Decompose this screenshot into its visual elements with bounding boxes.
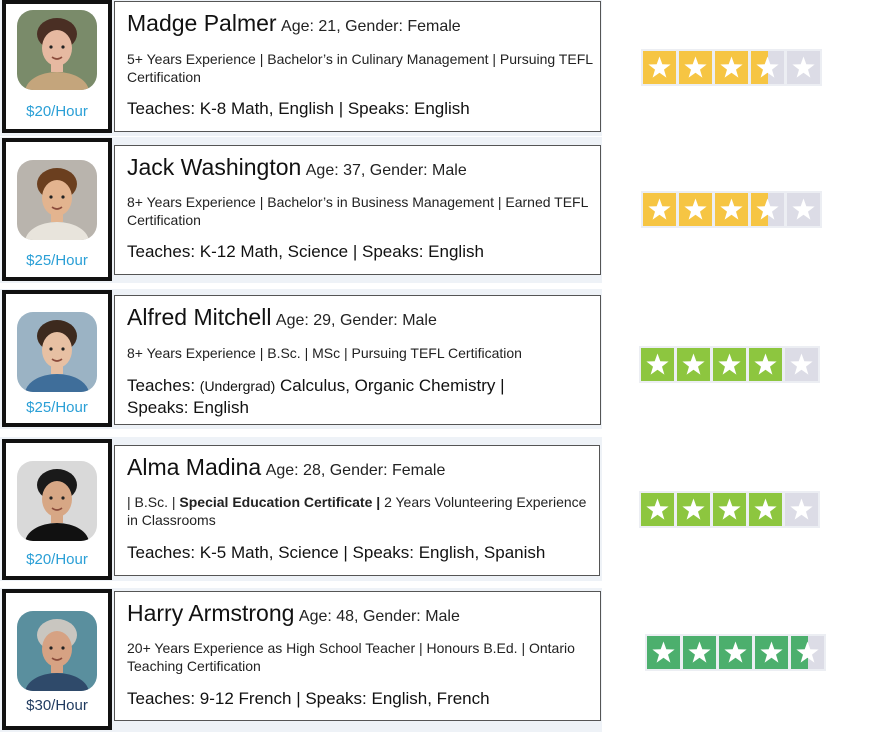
tutor-teaches: Teaches: K-12 Math, Science | Speaks: En… [127, 241, 597, 262]
tutor-experience: 20+ Years Experience as High School Teac… [127, 640, 575, 674]
star-icon [677, 348, 710, 381]
tutor-name[interactable]: Harry Armstrong [127, 600, 294, 626]
teaches-subjects: 9-12 French [199, 689, 292, 708]
teaches-label: Teaches: [127, 99, 196, 118]
star-icon [679, 51, 712, 84]
speaks-languages: Speaks: English [127, 398, 249, 417]
tutor-info-card[interactable]: Alma Madina Age: 28, Gender: Female | B.… [114, 445, 600, 576]
hourly-rate: $20/Hour [26, 551, 88, 568]
teaches-label: Teaches: [127, 376, 196, 395]
tutor-experience: 5+ Years Experience | Bachelor’s in Culi… [127, 51, 593, 85]
tutor-name[interactable]: Alma Madina [127, 454, 261, 480]
tutor-teaches: Teaches: (Undergrad) Calculus, Organic C… [127, 375, 557, 418]
tutor-heading: Madge Palmer Age: 21, Gender: Female [127, 10, 461, 37]
tutor-avatar [17, 461, 97, 541]
star-icon [679, 193, 712, 226]
tutor-teaches: Teaches: K-5 Math, Science | Speaks: Eng… [127, 542, 597, 563]
star-icon [751, 51, 784, 84]
tutor-name[interactable]: Alfred Mitchell [127, 304, 271, 330]
speaks-languages: | Speaks: English, French [296, 689, 490, 708]
speaks-languages: | Speaks: English [352, 242, 484, 261]
star-rating [639, 491, 820, 528]
teaches-subjects: K-12 Math, Science [199, 242, 349, 261]
star-rating [641, 49, 822, 86]
tutor-photo-card[interactable]: $20/Hour [2, 439, 112, 580]
star-rating [639, 346, 820, 383]
star-icon [713, 493, 746, 526]
tutor-avatar [17, 10, 97, 90]
star-icon [677, 493, 710, 526]
star-icon [643, 51, 676, 84]
tutor-age-gender: Age: 21, Gender: Female [281, 18, 461, 35]
hourly-rate: $30/Hour [26, 697, 88, 714]
tutor-teaches: Teaches: K-8 Math, English | Speaks: Eng… [127, 98, 597, 119]
tutor-age-gender: Age: 37, Gender: Male [305, 162, 467, 179]
tutor-name[interactable]: Jack Washington [127, 154, 301, 180]
star-icon [787, 193, 820, 226]
tutor-heading: Alma Madina Age: 28, Gender: Female [127, 454, 445, 481]
star-rating [641, 191, 822, 228]
tutor-teaches: Teaches: 9-12 French | Speaks: English, … [127, 688, 597, 709]
hourly-rate: $20/Hour [26, 103, 88, 120]
star-icon [749, 493, 782, 526]
tutor-age-gender: Age: 28, Gender: Female [265, 462, 446, 479]
speaks-languages: | Speaks: English, Spanish [343, 543, 546, 562]
star-icon [719, 636, 752, 669]
tutor-heading: Jack Washington Age: 37, Gender: Male [127, 154, 467, 181]
tutor-avatar [17, 160, 97, 240]
tutor-experience: | B.Sc. | Special Education Certificate … [127, 493, 597, 529]
tutor-info-card[interactable]: Harry Armstrong Age: 48, Gender: Male 20… [114, 591, 601, 721]
star-icon [715, 193, 748, 226]
tutor-experience: 8+ Years Experience | B.Sc. | MSc | Purs… [127, 345, 522, 361]
hourly-rate: $25/Hour [26, 399, 88, 416]
star-rating [645, 634, 826, 671]
tutor-photo-card[interactable]: $25/Hour [2, 290, 112, 427]
tutor-avatar [17, 611, 97, 691]
teaches-level: (Undergrad) [199, 378, 276, 394]
star-icon [641, 493, 674, 526]
tutor-photo-card[interactable]: $20/Hour [2, 0, 112, 133]
star-icon [787, 51, 820, 84]
tutor-heading: Harry Armstrong Age: 48, Gender: Male [127, 600, 460, 627]
tutor-name[interactable]: Madge Palmer [127, 10, 277, 36]
star-icon [647, 636, 680, 669]
tutor-photo-card[interactable]: $25/Hour [2, 138, 112, 281]
star-icon [785, 348, 818, 381]
tutor-photo-card[interactable]: $30/Hour [2, 589, 112, 730]
tutor-age-gender: Age: 29, Gender: Male [275, 312, 437, 329]
star-icon [791, 636, 824, 669]
teaches-subjects: Calculus, Organic Chemistry | [280, 376, 505, 395]
star-icon [713, 348, 746, 381]
experience-certificate: Special Education Certificate | [179, 494, 381, 510]
teaches-label: Teaches: [127, 689, 196, 708]
tutor-experience: 8+ Years Experience | Bachelor’s in Busi… [127, 194, 588, 228]
star-icon [683, 636, 716, 669]
star-icon [751, 193, 784, 226]
tutor-age-gender: Age: 48, Gender: Male [298, 608, 460, 625]
star-icon [755, 636, 788, 669]
speaks-languages: | Speaks: English [338, 99, 470, 118]
teaches-label: Teaches: [127, 543, 196, 562]
tutor-info-card[interactable]: Alfred Mitchell Age: 29, Gender: Male 8+… [114, 295, 601, 425]
teaches-label: Teaches: [127, 242, 196, 261]
star-icon [749, 348, 782, 381]
teaches-subjects: K-8 Math, English [199, 99, 334, 118]
tutor-avatar [17, 312, 97, 392]
star-icon [785, 493, 818, 526]
tutor-heading: Alfred Mitchell Age: 29, Gender: Male [127, 304, 437, 331]
experience-degree: | B.Sc. | [127, 494, 176, 510]
tutor-info-card[interactable]: Madge Palmer Age: 21, Gender: Female 5+ … [114, 1, 601, 132]
tutor-info-card[interactable]: Jack Washington Age: 37, Gender: Male 8+… [114, 145, 601, 275]
star-icon [643, 193, 676, 226]
star-icon [641, 348, 674, 381]
teaches-subjects: K-5 Math, Science [199, 543, 339, 562]
star-icon [715, 51, 748, 84]
hourly-rate: $25/Hour [26, 252, 88, 269]
